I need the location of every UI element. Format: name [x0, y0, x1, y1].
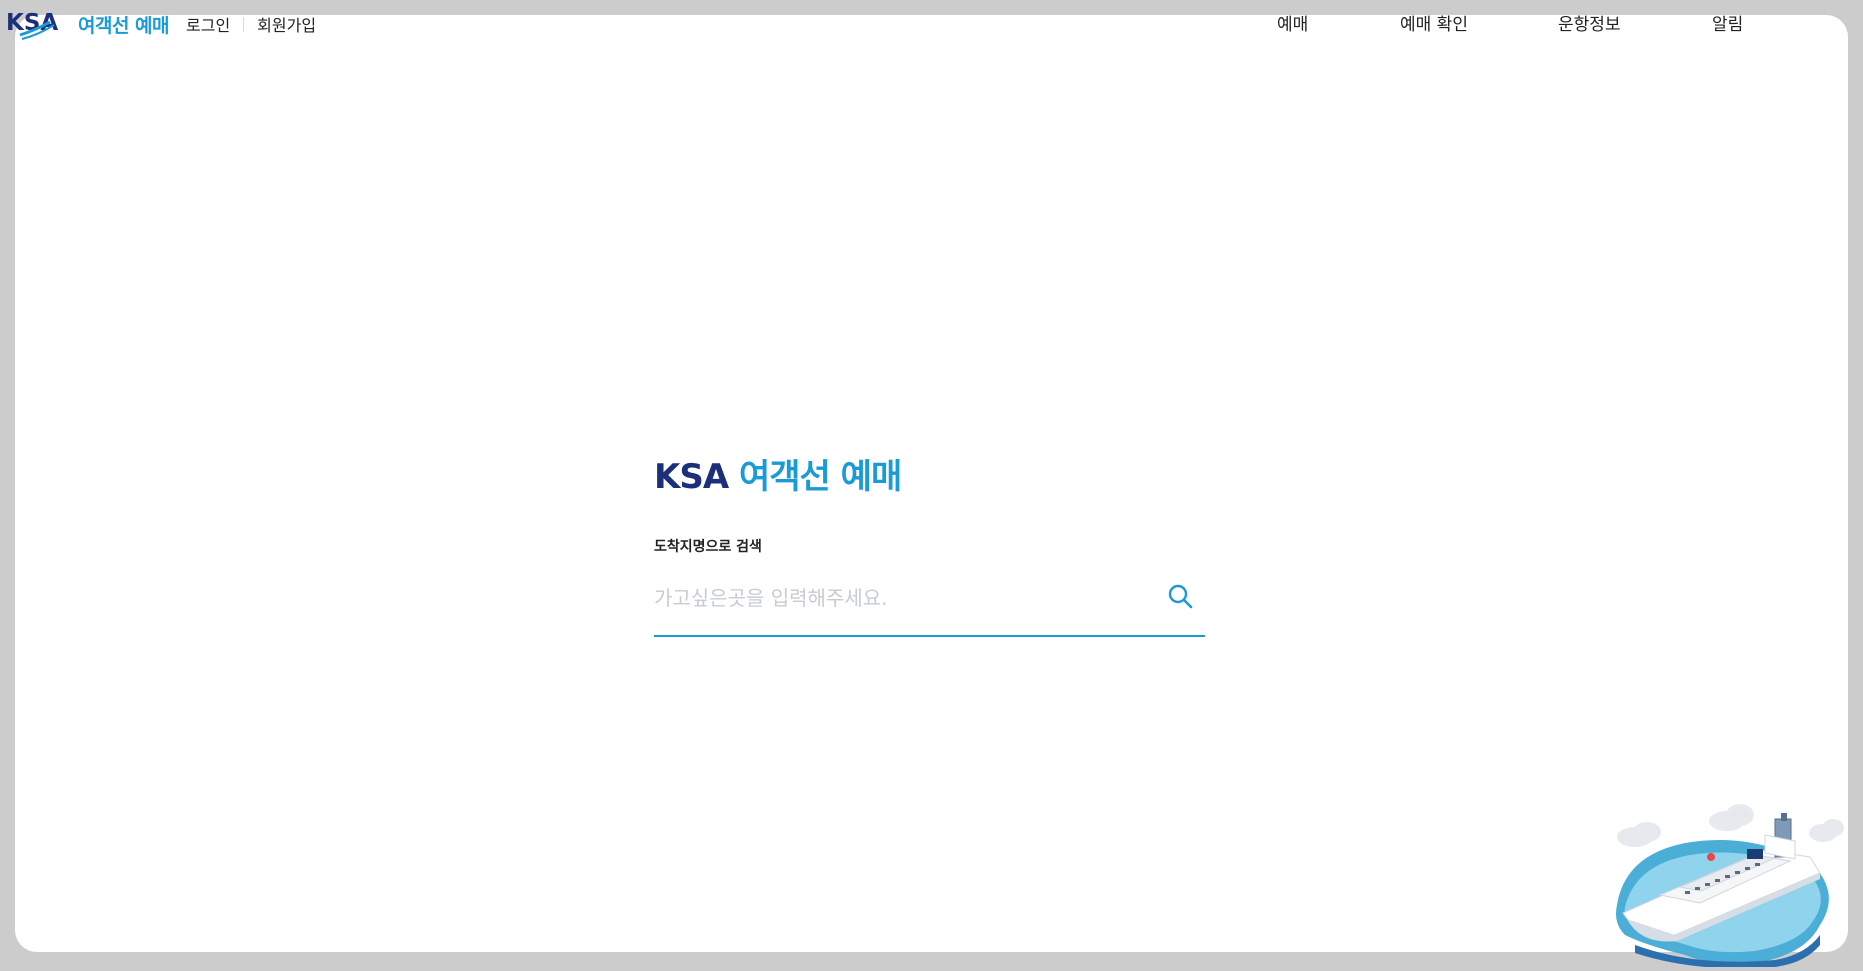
nav-item-schedule[interactable]: 운항정보 — [1558, 10, 1621, 35]
brand-title: 여객선 예매 — [739, 457, 902, 497]
search-button[interactable] — [1165, 581, 1197, 613]
main-nav: 예매 예매 확인 운항정보 알림 — [0, 10, 1863, 35]
search-icon — [1168, 584, 1193, 609]
brand-ksa: KSA — [654, 457, 729, 497]
search-box — [654, 570, 1205, 637]
page-frame — [15, 15, 1848, 952]
page-title: KSA 여객선 예매 — [654, 449, 902, 498]
search-input[interactable] — [654, 578, 1124, 618]
search-label: 도착지명으로 검색 — [654, 539, 762, 555]
nav-item-notice[interactable]: 알림 — [1712, 10, 1743, 35]
nav-item-booking[interactable]: 예매 — [1277, 10, 1308, 35]
ship-illustration — [1605, 795, 1845, 971]
nav-item-booking-check[interactable]: 예매 확인 — [1400, 10, 1468, 35]
